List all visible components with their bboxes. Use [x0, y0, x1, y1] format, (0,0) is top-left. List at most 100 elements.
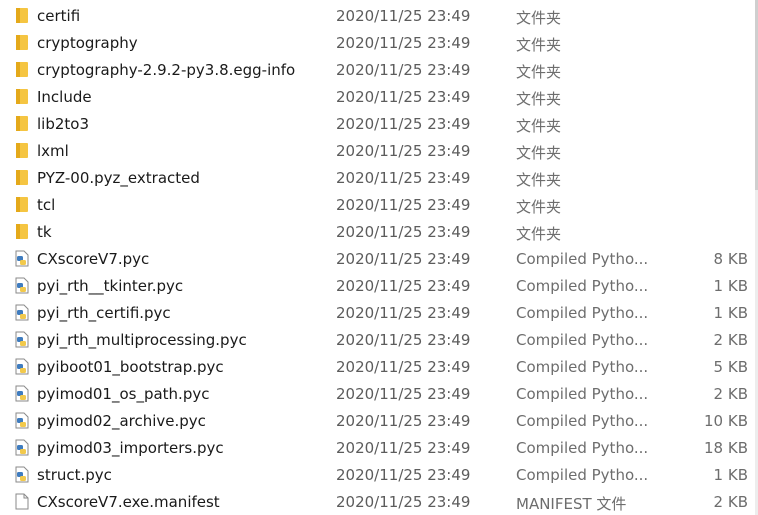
file-name: certifi	[37, 7, 81, 25]
file-name: CXscoreV7.pyc	[37, 250, 150, 268]
file-type: Compiled Pytho...	[516, 250, 649, 268]
file-row[interactable]: PYZ-00.pyz_extracted 2020/11/25 23:49 文件…	[0, 164, 754, 191]
file-row[interactable]: pyiboot01_bootstrap.pyc 2020/11/25 23:49…	[0, 353, 754, 380]
file-name: lxml	[37, 142, 69, 160]
file-type: Compiled Pytho...	[516, 466, 649, 484]
file-name: struct.pyc	[37, 466, 112, 484]
file-modified-date: 2020/11/25 23:49	[336, 169, 471, 187]
file-row[interactable]: struct.pyc 2020/11/25 23:49 Compiled Pyt…	[0, 461, 754, 488]
file-modified-date: 2020/11/25 23:49	[336, 7, 471, 25]
file-row[interactable]: pyimod01_os_path.pyc 2020/11/25 23:49 Co…	[0, 380, 754, 407]
file-row[interactable]: lib2to3 2020/11/25 23:49 文件夹	[0, 110, 754, 137]
file-type: Compiled Pytho...	[516, 439, 649, 457]
folder-icon	[14, 223, 30, 240]
file-name: PYZ-00.pyz_extracted	[37, 169, 200, 187]
file-type: 文件夹	[516, 90, 562, 108]
file-row[interactable]: tk 2020/11/25 23:49 文件夹	[0, 218, 754, 245]
generic-file-icon	[14, 493, 30, 510]
file-name: pyimod02_archive.pyc	[37, 412, 206, 430]
file-row[interactable]: CXscoreV7.pyc 2020/11/25 23:49 Compiled …	[0, 245, 754, 272]
file-size: 1 KB	[713, 466, 748, 484]
file-modified-date: 2020/11/25 23:49	[336, 493, 471, 511]
file-type: 文件夹	[516, 198, 562, 216]
file-row[interactable]: pyi_rth__tkinter.pyc 2020/11/25 23:49 Co…	[0, 272, 754, 299]
python-compiled-file-icon	[14, 277, 30, 294]
folder-icon	[14, 115, 30, 132]
file-type: Compiled Pytho...	[516, 277, 649, 295]
file-row[interactable]: tcl 2020/11/25 23:49 文件夹	[0, 191, 754, 218]
python-compiled-file-icon	[14, 466, 30, 483]
file-modified-date: 2020/11/25 23:49	[336, 196, 471, 214]
file-row[interactable]: pyi_rth_certifi.pyc 2020/11/25 23:49 Com…	[0, 299, 754, 326]
file-name: tk	[37, 223, 52, 241]
file-name: pyi_rth_multiprocessing.pyc	[37, 331, 247, 349]
file-row[interactable]: pyi_rth_multiprocessing.pyc 2020/11/25 2…	[0, 326, 754, 353]
folder-icon	[14, 88, 30, 105]
file-row[interactable]: pyimod02_archive.pyc 2020/11/25 23:49 Co…	[0, 407, 754, 434]
file-modified-date: 2020/11/25 23:49	[336, 250, 471, 268]
file-row[interactable]: cryptography 2020/11/25 23:49 文件夹	[0, 29, 754, 56]
file-row[interactable]: CXscoreV7.exe.manifest 2020/11/25 23:49 …	[0, 488, 754, 515]
file-name: lib2to3	[37, 115, 90, 133]
folder-icon	[14, 169, 30, 186]
python-compiled-file-icon	[14, 331, 30, 348]
file-type: 文件夹	[516, 9, 562, 27]
file-type: Compiled Pytho...	[516, 358, 649, 376]
file-name: pyimod03_importers.pyc	[37, 439, 224, 457]
file-name: Include	[37, 88, 92, 106]
file-row[interactable]: lxml 2020/11/25 23:49 文件夹	[0, 137, 754, 164]
file-name: pyi_rth__tkinter.pyc	[37, 277, 184, 295]
folder-icon	[14, 34, 30, 51]
file-type: 文件夹	[516, 63, 562, 81]
file-row[interactable]: pyimod03_importers.pyc 2020/11/25 23:49 …	[0, 434, 754, 461]
file-modified-date: 2020/11/25 23:49	[336, 223, 471, 241]
file-name: tcl	[37, 196, 56, 214]
python-compiled-file-icon	[14, 412, 30, 429]
python-compiled-file-icon	[14, 385, 30, 402]
file-name: pyiboot01_bootstrap.pyc	[37, 358, 224, 376]
file-modified-date: 2020/11/25 23:49	[336, 331, 471, 349]
file-size: 1 KB	[713, 304, 748, 322]
file-row[interactable]: cryptography-2.9.2-py3.8.egg-info 2020/1…	[0, 56, 754, 83]
file-modified-date: 2020/11/25 23:49	[336, 34, 471, 52]
folder-icon	[14, 7, 30, 24]
python-compiled-file-icon	[14, 250, 30, 267]
python-compiled-file-icon	[14, 358, 30, 375]
file-name: cryptography-2.9.2-py3.8.egg-info	[37, 61, 296, 79]
file-modified-date: 2020/11/25 23:49	[336, 385, 471, 403]
file-list: certifi 2020/11/25 23:49 文件夹 cryptograph…	[0, 0, 758, 515]
file-type: Compiled Pytho...	[516, 331, 649, 349]
file-modified-date: 2020/11/25 23:49	[336, 412, 471, 430]
file-name: CXscoreV7.exe.manifest	[37, 493, 220, 511]
file-type: Compiled Pytho...	[516, 412, 649, 430]
file-modified-date: 2020/11/25 23:49	[336, 61, 471, 79]
folder-icon	[14, 61, 30, 78]
file-size: 8 KB	[713, 250, 748, 268]
file-type: 文件夹	[516, 117, 562, 135]
file-type: 文件夹	[516, 144, 562, 162]
file-modified-date: 2020/11/25 23:49	[336, 466, 471, 484]
file-modified-date: 2020/11/25 23:49	[336, 115, 471, 133]
file-size: 2 KB	[713, 385, 748, 403]
folder-icon	[14, 142, 30, 159]
file-modified-date: 2020/11/25 23:49	[336, 304, 471, 322]
file-modified-date: 2020/11/25 23:49	[336, 88, 471, 106]
python-compiled-file-icon	[14, 304, 30, 321]
file-size: 2 KB	[713, 493, 748, 511]
file-type: 文件夹	[516, 36, 562, 54]
folder-icon	[14, 196, 30, 213]
file-row[interactable]: Include 2020/11/25 23:49 文件夹	[0, 83, 754, 110]
file-type: Compiled Pytho...	[516, 385, 649, 403]
file-size: 2 KB	[713, 331, 748, 349]
file-modified-date: 2020/11/25 23:49	[336, 439, 471, 457]
file-name: pyi_rth_certifi.pyc	[37, 304, 171, 322]
file-type: 文件夹	[516, 225, 562, 243]
file-size: 1 KB	[713, 277, 748, 295]
file-row[interactable]: certifi 2020/11/25 23:49 文件夹	[0, 2, 754, 29]
file-name: pyimod01_os_path.pyc	[37, 385, 210, 403]
file-modified-date: 2020/11/25 23:49	[336, 142, 471, 160]
file-type: Compiled Pytho...	[516, 304, 649, 322]
file-type: MANIFEST 文件	[516, 495, 627, 513]
file-type: 文件夹	[516, 171, 562, 189]
file-size: 5 KB	[713, 358, 748, 376]
